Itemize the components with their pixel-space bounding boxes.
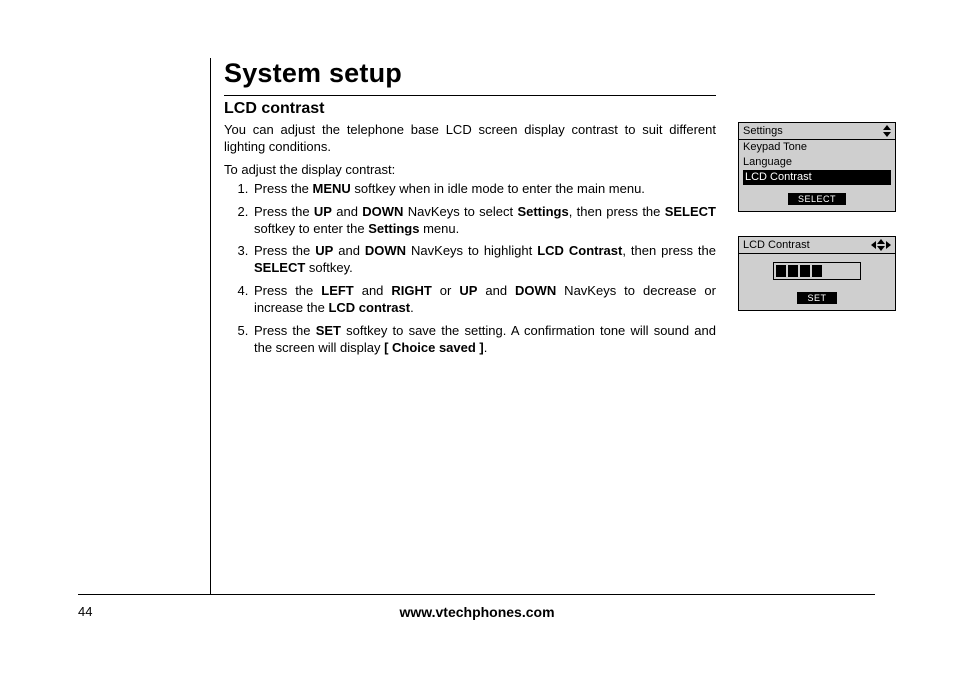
step-5: Press the SET softkey to save the settin…	[252, 323, 716, 357]
intro-paragraph: You can adjust the telephone base LCD sc…	[224, 122, 716, 156]
footer-url: www.vtechphones.com	[0, 604, 954, 620]
page-title: System setup	[224, 58, 716, 89]
contrast-segment	[776, 265, 786, 277]
contrast-segment	[788, 265, 798, 277]
illustrations-column: Settings Keypad Tone Language LCD Contra…	[738, 122, 896, 335]
footer-rule	[78, 594, 875, 595]
main-content: System setup LCD contrast You can adjust…	[224, 58, 716, 363]
step-4: Press the LEFT and RIGHT or UP and DOWN …	[252, 283, 716, 317]
lead-text: To adjust the display contrast:	[224, 162, 716, 177]
lcd2-titlebar: LCD Contrast	[739, 237, 895, 254]
lcd1-softkey-area: SELECT	[739, 187, 895, 211]
lcd1-item-0: Keypad Tone	[739, 140, 895, 155]
lcd1-titlebar: Settings	[739, 123, 895, 140]
lcd2-title-text: LCD Contrast	[743, 239, 810, 251]
step-1: Press the MENU softkey when in idle mode…	[252, 181, 716, 198]
contrast-segment	[800, 265, 810, 277]
step-2: Press the UP and DOWN NavKeys to select …	[252, 204, 716, 238]
section-heading: LCD contrast	[224, 100, 716, 118]
steps-list: Press the MENU softkey when in idle mode…	[224, 181, 716, 357]
contrast-bar	[773, 262, 861, 280]
contrast-segment	[812, 265, 822, 277]
up-down-icon	[883, 125, 891, 137]
title-rule	[224, 95, 716, 96]
lcd-illustration-settings: Settings Keypad Tone Language LCD Contra…	[738, 122, 896, 212]
nav-arrows-icon	[871, 239, 891, 251]
lcd1-title-text: Settings	[743, 125, 783, 137]
lcd2-body	[739, 254, 895, 286]
vertical-divider	[210, 58, 211, 594]
lcd1-item-2-highlighted: LCD Contrast	[743, 170, 891, 185]
lcd-illustration-contrast: LCD Contrast SET	[738, 236, 896, 311]
lcd1-item-1: Language	[739, 155, 895, 170]
lcd2-softkey-area: SET	[739, 286, 895, 310]
lcd2-softkey-label: SET	[797, 292, 836, 304]
lcd1-softkey-label: SELECT	[788, 193, 846, 205]
step-3: Press the UP and DOWN NavKeys to highlig…	[252, 243, 716, 277]
